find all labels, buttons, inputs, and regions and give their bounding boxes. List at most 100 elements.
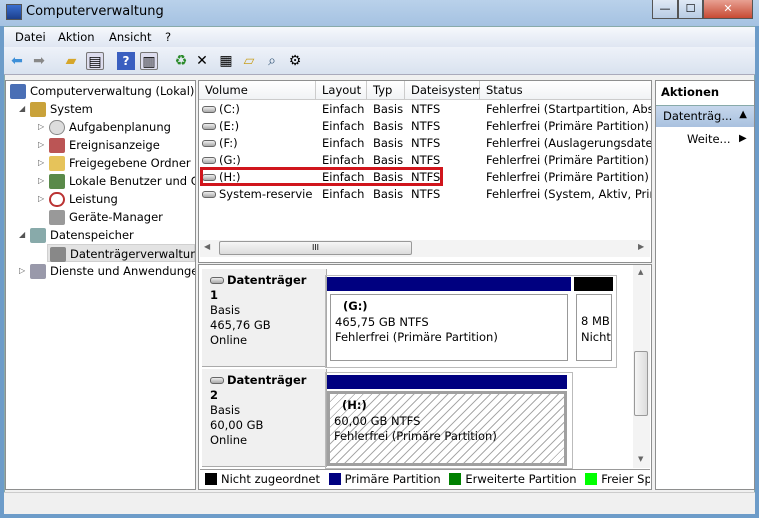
back-arrow-icon[interactable]: ⬅: [8, 52, 26, 70]
scroll-right-icon[interactable]: ▶: [638, 242, 644, 251]
expand-icon[interactable]: ▷: [38, 158, 44, 167]
menu-datei[interactable]: Datei: [15, 30, 46, 44]
cell-status: Fehlerfrei (Startpartition, Absturzabbil…: [486, 102, 652, 116]
cell-volume: (F:): [202, 135, 313, 152]
highlight-box: [200, 167, 443, 186]
cell-volume: System-reserviert: [202, 186, 313, 203]
partition-g[interactable]: (G:) 465,75 GB NTFS Fehlerfrei (Primäre …: [330, 294, 568, 361]
maximize-button[interactable]: ☐: [678, 0, 703, 19]
actions-section-datentraeger[interactable]: Datenträg... ▲: [656, 105, 754, 127]
refresh-icon[interactable]: ♻: [172, 52, 190, 70]
cell-typ: Basis: [373, 187, 404, 201]
status-bar: [4, 492, 755, 514]
menu-help[interactable]: ?: [165, 30, 171, 44]
event-log-icon: [49, 138, 65, 153]
device-manager-icon: [49, 210, 65, 225]
menu-aktion[interactable]: Aktion: [58, 30, 95, 44]
settings-icon[interactable]: ⚙: [286, 52, 304, 70]
forward-arrow-icon[interactable]: ➡: [30, 52, 48, 70]
expand-icon[interactable]: ▷: [38, 140, 44, 149]
expand-icon[interactable]: ▷: [19, 266, 25, 275]
disk-graphical-view: Datenträger 1 Basis 465,76 GB Online (G:…: [198, 264, 652, 490]
collapse-icon[interactable]: ◢: [19, 230, 25, 239]
tree-item-ereignisanzeige[interactable]: Ereignisanzeige: [49, 136, 160, 154]
expand-icon[interactable]: ▷: [38, 176, 44, 185]
scroll-left-icon[interactable]: ◀: [204, 242, 210, 251]
tree-item-freigegebene-ordner[interactable]: Freigegebene Ordner: [49, 154, 191, 172]
performance-icon: [49, 192, 65, 207]
vertical-scrollbar[interactable]: ▲ ▼: [633, 265, 650, 468]
volume-icon: [202, 123, 216, 130]
partition-h[interactable]: (H:) 60,00 GB NTFS Fehlerfrei (Primäre P…: [327, 391, 567, 466]
search-icon[interactable]: ⌕: [263, 52, 281, 70]
partition-bar-unallocated: [574, 277, 613, 291]
cell-layout: Einfach: [322, 187, 365, 201]
expand-icon[interactable]: ▷: [38, 194, 44, 203]
expand-icon[interactable]: ▷: [38, 122, 44, 131]
disk-2-label[interactable]: Datenträger 2 Basis 60,00 GB Online: [202, 369, 327, 467]
column-header-volume[interactable]: Volume: [199, 81, 316, 100]
table-row[interactable]: (C:) Einfach Basis NTFS Fehlerfrei (Startpar…: [199, 101, 651, 118]
disk-icon: [210, 377, 224, 384]
open-icon[interactable]: ▱: [240, 52, 258, 70]
menu-ansicht[interactable]: Ansicht: [109, 30, 151, 44]
tree-item-datenspeicher[interactable]: Datenspeicher: [30, 226, 134, 244]
table-row[interactable]: System-reserviert Einfach Basis NTFS Fehlerf…: [199, 186, 651, 203]
cell-layout: Einfach: [322, 136, 365, 150]
cell-status: Fehlerfrei (Auslagerungsdatei, Logisches…: [486, 136, 652, 150]
tree-item-aufgabenplanung[interactable]: Aufgabenplanung: [49, 118, 171, 136]
column-header-dateisystem[interactable]: Dateisystem: [405, 81, 483, 100]
actions-more[interactable]: Weite...: [687, 132, 731, 146]
volume-icon: [202, 106, 216, 113]
partition-unallocated[interactable]: 8 MB Nicht zugeordnet: [576, 294, 612, 361]
scroll-up-icon[interactable]: ▲: [638, 268, 643, 276]
delete-icon[interactable]: ✕: [193, 52, 211, 70]
column-header-layout[interactable]: Layout: [316, 81, 367, 100]
table-row[interactable]: (F:) Einfach Basis NTFS Fehlerfrei (Auslager…: [199, 135, 651, 152]
submenu-arrow-icon: ▶: [739, 133, 747, 144]
actions-header: Aktionen: [661, 85, 720, 99]
table-row[interactable]: (E:) Einfach Basis NTFS Fehlerfrei (Primäre …: [199, 118, 651, 135]
scroll-thumb[interactable]: III: [219, 241, 412, 255]
collapse-up-icon[interactable]: ▲: [739, 109, 747, 120]
users-icon: [49, 174, 65, 189]
legend-swatch-free: [585, 472, 598, 485]
partition-bar-primary: [327, 375, 567, 389]
legend-swatch-extended: [449, 472, 462, 485]
tree-item-system[interactable]: System: [30, 100, 93, 118]
cell-typ: Basis: [373, 136, 404, 150]
scroll-down-icon[interactable]: ▼: [638, 455, 643, 463]
collapse-icon[interactable]: ◢: [19, 104, 25, 113]
show-hide-tree-icon[interactable]: ▤: [86, 52, 104, 70]
cell-volume: (C:): [202, 101, 313, 118]
partition-bar-primary: [327, 277, 571, 291]
storage-icon: [30, 228, 46, 243]
horizontal-scrollbar[interactable]: ◀ III ▶: [200, 240, 650, 257]
properties-icon[interactable]: ▦: [217, 52, 235, 70]
cell-status: Fehlerfrei (Primäre Partition): [486, 153, 649, 167]
tree-item-datentraegerverwaltung[interactable]: Datenträgerverwaltung: [47, 244, 195, 262]
cell-status: Fehlerfrei (Primäre Partition): [486, 119, 649, 133]
tree-item-geraete-manager[interactable]: Geräte-Manager: [49, 208, 163, 226]
close-button[interactable]: ✕: [703, 0, 753, 19]
scroll-thumb[interactable]: [634, 351, 648, 416]
tree-item-dienste[interactable]: Dienste und Anwendungen: [30, 262, 195, 280]
actions-pane: Aktionen Datenträg... ▲ Weite... ▶: [655, 80, 755, 490]
menu-bar: Datei Aktion Ansicht ?: [4, 27, 755, 47]
shared-folder-icon: [49, 156, 65, 171]
cell-dateisystem: NTFS: [411, 102, 441, 116]
show-hide-action-icon[interactable]: ▥: [140, 52, 158, 70]
window-title: Computerverwaltung: [26, 4, 164, 19]
minimize-button[interactable]: —: [652, 0, 678, 19]
cell-dateisystem: NTFS: [411, 136, 441, 150]
tree-item-root[interactable]: Computerverwaltung (Lokal): [10, 82, 194, 100]
tree-item-leistung[interactable]: Leistung: [49, 190, 118, 208]
clock-icon: [49, 120, 65, 135]
help-icon[interactable]: ?: [117, 52, 135, 70]
tree-item-lokale-benutzer[interactable]: Lokale Benutzer und Gruppen: [49, 172, 195, 190]
cell-volume: (E:): [202, 118, 313, 135]
column-header-typ[interactable]: Typ: [367, 81, 405, 100]
column-header-status[interactable]: Status: [480, 81, 651, 100]
disk-1-label[interactable]: Datenträger 1 Basis 465,76 GB Online: [202, 269, 327, 367]
up-folder-icon[interactable]: ▰: [62, 52, 80, 70]
